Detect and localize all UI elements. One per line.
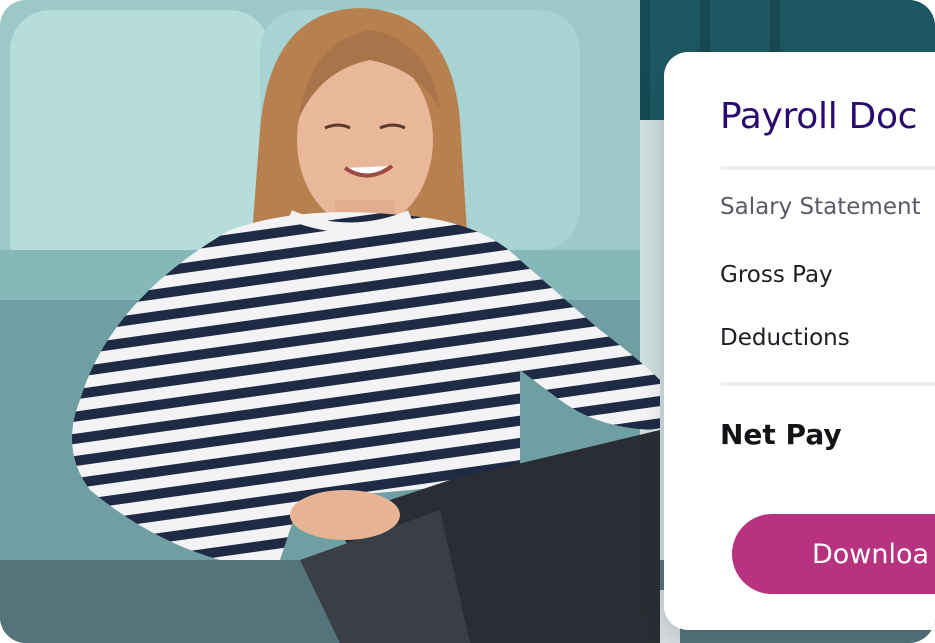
net-divider — [720, 382, 935, 386]
download-button[interactable]: Downloa — [732, 514, 935, 594]
payroll-card: Payroll Doc Salary Statement Gross Pay D… — [664, 52, 935, 630]
card-title: Payroll Doc — [720, 96, 918, 137]
title-divider — [720, 166, 935, 170]
hero-frame: Payroll Doc Salary Statement Gross Pay D… — [0, 0, 935, 643]
net-pay-label: Net Pay — [720, 418, 842, 451]
salary-statement-label: Salary Statement — [720, 194, 921, 220]
deductions-label: Deductions — [720, 325, 850, 351]
gross-pay-label: Gross Pay — [720, 262, 833, 288]
